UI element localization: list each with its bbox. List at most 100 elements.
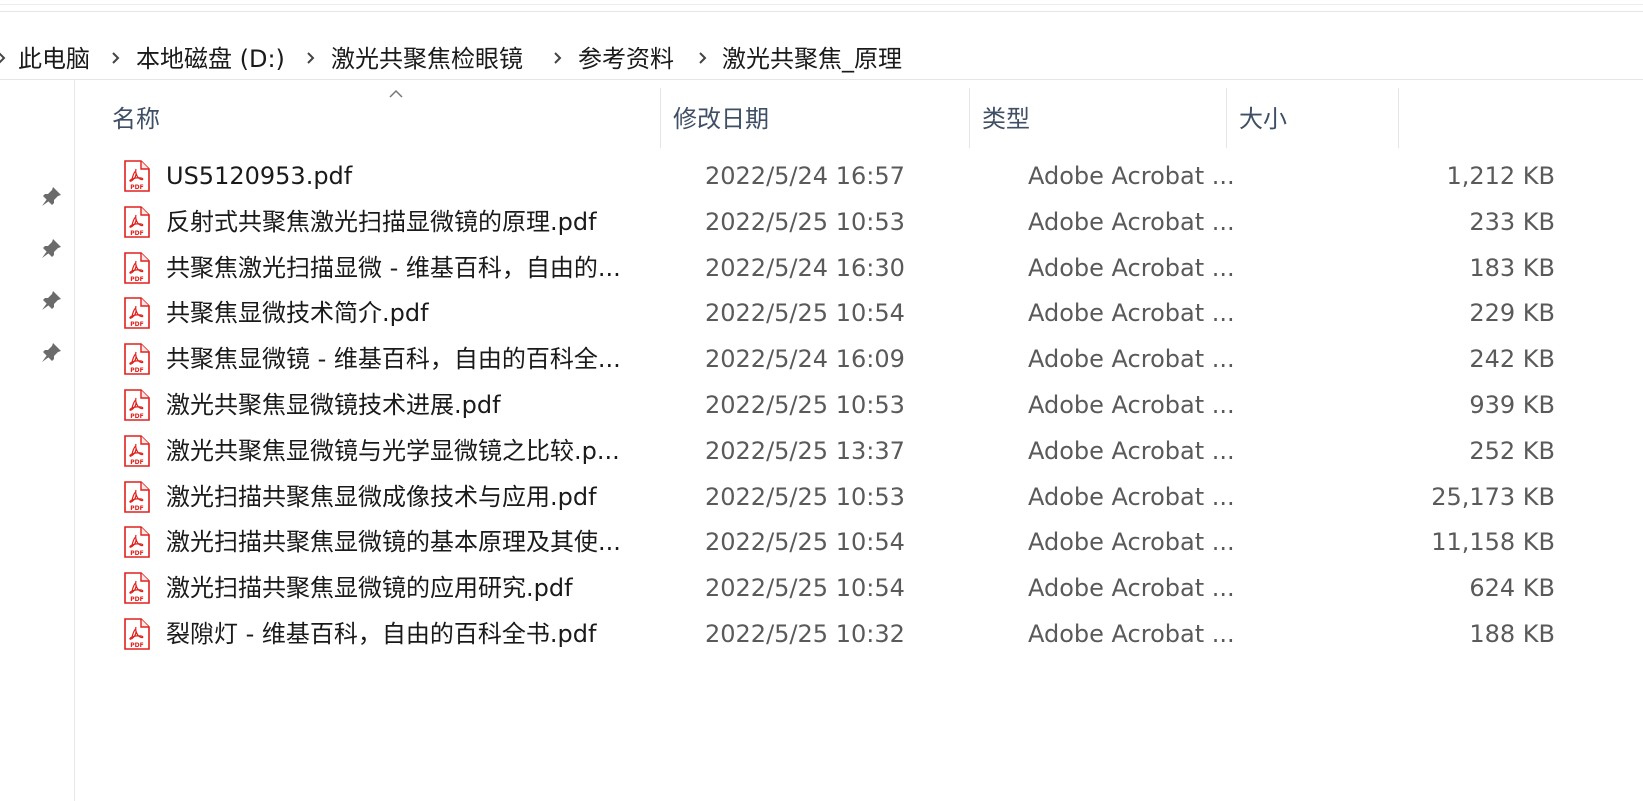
file-name[interactable]: 激光扫描共聚焦显微镜的应用研究.pdf <box>166 565 656 611</box>
file-name[interactable]: 激光扫描共聚焦显微镜的基本原理及其使... <box>166 519 656 565</box>
navigation-pane[interactable] <box>0 80 75 801</box>
file-row[interactable]: PDF 激光扫描共聚焦显微镜的基本原理及其使... 2022/5/25 10:54 A… <box>110 519 1555 565</box>
pdf-file-icon: PDF <box>124 343 150 375</box>
file-size: 939 KB <box>1469 391 1555 419</box>
file-type: Adobe Acrobat ... <box>1028 391 1235 419</box>
column-header-modified[interactable]: 修改日期 <box>673 96 769 142</box>
file-row[interactable]: PDF 共聚焦显微技术简介.pdf 2022/5/25 10:54 Adobe Acr… <box>110 290 1555 336</box>
file-name[interactable]: 激光扫描共聚焦显微成像技术与应用.pdf <box>166 474 656 520</box>
column-header-name[interactable]: 名称 <box>112 96 160 142</box>
pdf-file-icon: PDF <box>124 526 150 559</box>
pdf-file-icon: PDF <box>124 618 150 650</box>
pdf-file-icon: PDF <box>124 205 150 238</box>
breadcrumb-item-folder-2[interactable]: 参考资料 <box>578 42 674 76</box>
file-row[interactable]: PDF 反射式共聚焦激光扫描显微镜的原理.pdf 2022/5/25 10:53 Ad… <box>110 199 1555 245</box>
file-type: Adobe Acrobat ... <box>1028 345 1235 374</box>
window-top-edge <box>0 0 1643 12</box>
file-type: Adobe Acrobat ... <box>1028 528 1235 557</box>
pdf-file-icon: PDF <box>124 480 150 513</box>
pin-icon[interactable] <box>40 288 64 312</box>
sort-ascending-icon <box>388 84 404 98</box>
file-name[interactable]: 共聚焦显微技术简介.pdf <box>166 290 656 336</box>
file-size: 1,212 KB <box>1446 162 1555 190</box>
file-size: 11,158 KB <box>1431 528 1555 557</box>
chevron-right-icon[interactable] <box>552 40 566 74</box>
file-name[interactable]: 反射式共聚焦激光扫描显微镜的原理.pdf <box>166 199 656 245</box>
file-name[interactable]: 共聚焦激光扫描显微 - 维基百科，自由的... <box>166 245 656 291</box>
file-name[interactable]: 裂隙灯 - 维基百科，自由的百科全书.pdf <box>166 611 656 657</box>
svg-text:PDF: PDF <box>130 321 143 328</box>
column-divider[interactable] <box>969 88 970 148</box>
chevron-right-icon[interactable] <box>110 40 124 74</box>
file-row[interactable]: PDF US5120953.pdf 2022/5/24 16:57 Adobe Acr… <box>110 153 1555 199</box>
file-modified-date: 2022/5/25 10:53 <box>705 207 905 236</box>
svg-text:PDF: PDF <box>130 184 143 191</box>
svg-text:PDF: PDF <box>130 413 143 420</box>
file-modified-date: 2022/5/25 10:54 <box>705 574 905 603</box>
file-name[interactable]: 共聚焦显微镜 - 维基百科，自由的百科全... <box>166 336 656 382</box>
file-modified-date: 2022/5/25 10:53 <box>705 391 905 419</box>
breadcrumb-item-this-pc[interactable]: 此电脑 <box>18 42 90 76</box>
file-row[interactable]: PDF 共聚焦激光扫描显微 - 维基百科，自由的... 2022/5/24 16:3… <box>110 245 1555 291</box>
file-modified-date: 2022/5/25 10:53 <box>705 482 905 511</box>
file-type: Adobe Acrobat ... <box>1028 299 1235 328</box>
file-size: 252 KB <box>1469 436 1555 465</box>
pdf-file-icon: PDF <box>124 160 150 192</box>
column-divider[interactable] <box>1398 88 1399 148</box>
svg-text:PDF: PDF <box>130 276 143 283</box>
svg-text:PDF: PDF <box>130 642 143 649</box>
file-size: 624 KB <box>1469 574 1555 603</box>
file-type: Adobe Acrobat ... <box>1028 574 1235 603</box>
pin-icon[interactable] <box>40 184 64 208</box>
file-name[interactable]: 激光共聚焦显微镜与光学显微镜之比较.p... <box>166 428 656 474</box>
file-type: Adobe Acrobat ... <box>1028 207 1235 236</box>
chevron-right-icon[interactable] <box>0 40 10 74</box>
breadcrumb-item-current-folder[interactable]: 激光共聚焦_原理 <box>722 42 902 76</box>
file-row[interactable]: PDF 裂隙灯 - 维基百科，自由的百科全书.pdf 2022/5/25 10:32… <box>110 611 1555 657</box>
svg-text:PDF: PDF <box>130 459 143 466</box>
file-modified-date: 2022/5/25 10:54 <box>705 528 905 557</box>
file-size: 183 KB <box>1469 253 1555 282</box>
file-row[interactable]: PDF 激光共聚焦显微镜技术进展.pdf 2022/5/25 10:53 Adobe … <box>110 382 1555 428</box>
file-type: Adobe Acrobat ... <box>1028 162 1235 190</box>
breadcrumb-item-folder-1[interactable]: 激光共聚焦检眼镜 <box>331 42 523 76</box>
svg-text:PDF: PDF <box>130 230 143 237</box>
file-size: 229 KB <box>1469 299 1555 328</box>
file-modified-date: 2022/5/25 13:37 <box>705 436 905 465</box>
file-row[interactable]: PDF 激光扫描共聚焦显微镜的应用研究.pdf 2022/5/25 10:54 Ado… <box>110 565 1555 611</box>
pin-icon[interactable] <box>40 236 64 260</box>
file-name[interactable]: US5120953.pdf <box>166 153 656 199</box>
file-type: Adobe Acrobat ... <box>1028 620 1235 648</box>
file-size: 25,173 KB <box>1431 482 1555 511</box>
chevron-right-icon[interactable] <box>305 40 319 74</box>
pdf-file-icon: PDF <box>124 251 150 284</box>
file-type: Adobe Acrobat ... <box>1028 253 1235 282</box>
file-modified-date: 2022/5/25 10:54 <box>705 299 905 328</box>
file-name[interactable]: 激光共聚焦显微镜技术进展.pdf <box>166 382 656 428</box>
file-modified-date: 2022/5/24 16:57 <box>705 162 905 190</box>
svg-text:PDF: PDF <box>130 550 143 557</box>
file-size: 188 KB <box>1469 620 1555 648</box>
pdf-file-icon: PDF <box>124 297 150 330</box>
file-type: Adobe Acrobat ... <box>1028 436 1235 465</box>
file-type: Adobe Acrobat ... <box>1028 482 1235 511</box>
pdf-file-icon: PDF <box>124 572 150 604</box>
svg-text:PDF: PDF <box>130 367 143 374</box>
chevron-right-icon[interactable] <box>697 40 711 74</box>
pdf-file-icon: PDF <box>124 389 150 421</box>
column-divider[interactable] <box>660 88 661 148</box>
file-modified-date: 2022/5/24 16:09 <box>705 345 905 374</box>
pin-icon[interactable] <box>40 340 64 364</box>
svg-text:PDF: PDF <box>130 596 143 603</box>
file-row[interactable]: PDF 激光共聚焦显微镜与光学显微镜之比较.p... 2022/5/25 13:37… <box>110 428 1555 474</box>
column-header-type[interactable]: 类型 <box>982 96 1030 142</box>
file-row[interactable]: PDF 共聚焦显微镜 - 维基百科，自由的百科全... 2022/5/24 16:0… <box>110 336 1555 382</box>
file-row[interactable]: PDF 激光扫描共聚焦显微成像技术与应用.pdf 2022/5/25 10:53 Ad… <box>110 474 1555 520</box>
pdf-file-icon: PDF <box>124 434 150 467</box>
file-size: 233 KB <box>1469 207 1555 236</box>
breadcrumb-item-drive-d[interactable]: 本地磁盘 (D:) <box>136 42 285 76</box>
address-bar[interactable]: 此电脑 本地磁盘 (D:) 激光共聚焦检眼镜 参考资料 激光共聚焦_原理 <box>0 12 1643 80</box>
column-header-size[interactable]: 大小 <box>1239 96 1287 142</box>
file-modified-date: 2022/5/24 16:30 <box>705 253 905 282</box>
column-divider[interactable] <box>1226 88 1227 148</box>
